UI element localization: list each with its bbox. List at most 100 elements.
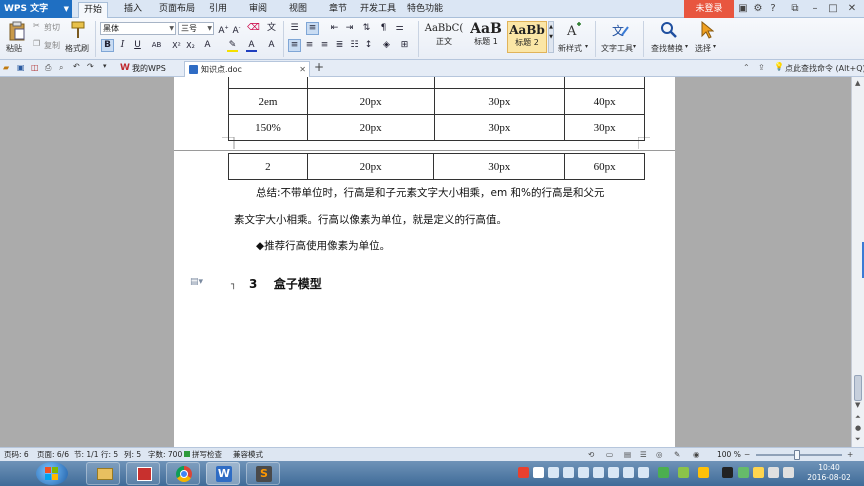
- tab-special[interactable]: 特色功能: [405, 2, 445, 18]
- tray-input-method-icon[interactable]: [518, 467, 529, 478]
- vertical-scrollbar[interactable]: ▲ ▼ ⏶ ● ⏷: [851, 77, 864, 447]
- tray-chinese-icon[interactable]: [533, 467, 544, 478]
- scroll-down-icon[interactable]: ▼: [855, 401, 860, 409]
- tray-security-icon[interactable]: [658, 467, 669, 478]
- style-heading-2[interactable]: AaBb 标题 2: [507, 21, 547, 53]
- tray-keyboard-icon[interactable]: [578, 467, 589, 478]
- share-icon[interactable]: ⇪: [758, 63, 765, 72]
- strikethrough-button[interactable]: AB: [150, 39, 163, 52]
- find-replace-button[interactable]: 查找替换 ▾: [648, 20, 688, 56]
- document-canvas[interactable]: 2em 20px 30px 40px 150% 20px 30px 30px 2…: [0, 77, 851, 447]
- login-button[interactable]: 未登录: [684, 0, 734, 18]
- increase-indent-icon[interactable]: ⇥: [343, 22, 356, 35]
- char-shading-icon[interactable]: A: [265, 39, 278, 52]
- cut-button[interactable]: ✂ 剪切: [33, 21, 63, 33]
- align-center-icon[interactable]: ≡: [303, 39, 316, 52]
- styles-scroll[interactable]: ▲ ▼: [548, 21, 554, 53]
- text-effect-button[interactable]: A: [201, 39, 214, 52]
- tab-my-wps[interactable]: W 我的WPS: [116, 61, 182, 77]
- tray-nvidia-icon[interactable]: [722, 467, 733, 478]
- zoom-value[interactable]: 100 %: [717, 448, 741, 461]
- gear-icon[interactable]: ⚙: [751, 2, 765, 16]
- print-icon[interactable]: ⎙: [45, 63, 51, 73]
- chevron-down-icon[interactable]: ▾: [103, 62, 107, 70]
- clear-format-icon[interactable]: ⌫: [247, 22, 260, 35]
- shrink-font-button[interactable]: A-: [230, 22, 243, 36]
- skin-icon[interactable]: ▣: [736, 2, 750, 16]
- paste-button[interactable]: 粘贴: [4, 20, 30, 56]
- distributed-icon[interactable]: ☷: [348, 39, 361, 52]
- tray-flag-icon[interactable]: [753, 467, 764, 478]
- tray-settings-icon[interactable]: [638, 467, 649, 478]
- eye-protect-icon[interactable]: ◉: [693, 448, 700, 461]
- line-spacing-icon[interactable]: ↕: [362, 39, 375, 52]
- minimize-icon[interactable]: –: [808, 2, 822, 16]
- tray-help-icon[interactable]: [623, 467, 634, 478]
- tray-app-icon[interactable]: [698, 467, 709, 478]
- next-page-icon[interactable]: ⏷: [855, 435, 861, 444]
- tab-insert[interactable]: 插入: [118, 2, 148, 18]
- zoom-in-icon[interactable]: +: [847, 448, 853, 461]
- undo-icon[interactable]: ↶: [73, 62, 80, 71]
- bullet-list-icon[interactable]: ☰: [288, 22, 301, 35]
- tray-sync-icon[interactable]: [738, 467, 749, 478]
- close-icon[interactable]: ✕: [845, 2, 859, 16]
- tab-view[interactable]: 视图: [283, 2, 313, 18]
- page-view-icon[interactable]: ▭: [606, 448, 613, 461]
- history-icon[interactable]: ⟲: [588, 448, 594, 461]
- bold-button[interactable]: B: [101, 39, 114, 52]
- format-painter-button[interactable]: 格式刷: [64, 20, 92, 56]
- shading-icon[interactable]: ◈: [380, 39, 393, 52]
- font-size-select[interactable]: 三号 ▼: [178, 22, 214, 35]
- scroll-up-icon[interactable]: ▲: [855, 79, 860, 87]
- style-normal[interactable]: AaBbC( 正文: [423, 21, 465, 53]
- taskbar-wps-writer[interactable]: W: [206, 462, 240, 485]
- taskbar-clock[interactable]: 10:40 2016-08-02: [800, 463, 858, 483]
- new-style-button[interactable]: A 新样式 ▾: [557, 20, 591, 56]
- phonetic-icon[interactable]: 文: [265, 22, 278, 35]
- align-right-icon[interactable]: ≡: [318, 39, 331, 52]
- tab-page-layout[interactable]: 页面布局: [157, 2, 197, 18]
- sort-icon[interactable]: ⇅: [360, 22, 373, 35]
- taskbar-chrome[interactable]: [166, 462, 200, 485]
- tray-punct-icon[interactable]: [563, 467, 574, 478]
- write-mode-icon[interactable]: ✎: [674, 448, 680, 461]
- save-icon[interactable]: ▣: [17, 63, 25, 72]
- status-spell-check[interactable]: 拼写检查: [192, 448, 222, 461]
- numbered-list-icon[interactable]: ≡: [306, 22, 319, 35]
- tray-network-icon[interactable]: [768, 467, 779, 478]
- underline-button[interactable]: U: [131, 39, 144, 52]
- read-mode-icon[interactable]: ▤: [624, 448, 631, 461]
- status-pages[interactable]: 页面: 6/6: [37, 448, 69, 461]
- restore-ribbon-icon[interactable]: ⧉: [788, 2, 802, 16]
- status-words[interactable]: 字数: 700: [148, 448, 182, 461]
- new-tab-button[interactable]: +: [314, 60, 324, 74]
- taskbar-file-explorer[interactable]: [86, 462, 120, 485]
- tab-document[interactable]: 知识点.doc ✕: [184, 61, 310, 77]
- close-tab-icon[interactable]: ✕: [299, 62, 306, 77]
- justify-icon[interactable]: ≣: [333, 39, 346, 52]
- paragraph-settings-icon[interactable]: ⚌: [393, 22, 406, 35]
- app-menu-button[interactable]: WPS 文字 ▼: [0, 0, 72, 18]
- tray-volume-icon[interactable]: [783, 467, 794, 478]
- zoom-slider[interactable]: [756, 450, 842, 460]
- tab-start[interactable]: 开始: [78, 2, 108, 18]
- font-family-select[interactable]: 黑体 ▼: [100, 22, 176, 35]
- open-folder-icon[interactable]: ▰: [3, 63, 9, 72]
- prev-page-icon[interactable]: ⏶: [855, 413, 861, 422]
- collapse-ribbon-icon[interactable]: ⌃: [743, 63, 750, 72]
- taskbar-sublime[interactable]: S: [246, 462, 280, 485]
- subscript-button[interactable]: X₂: [184, 39, 197, 52]
- tab-review[interactable]: 审阅: [243, 2, 273, 18]
- scroll-thumb[interactable]: [854, 375, 862, 401]
- select-button[interactable]: 选择 ▾: [692, 20, 722, 56]
- tab-references[interactable]: 引用: [203, 2, 233, 18]
- start-button[interactable]: [36, 462, 68, 485]
- zoom-slider-thumb[interactable]: [794, 450, 800, 460]
- outline-view-icon[interactable]: ☰: [640, 448, 647, 461]
- web-view-icon[interactable]: ◎: [656, 448, 663, 461]
- redo-icon[interactable]: ↷: [87, 62, 94, 71]
- font-color-button[interactable]: A: [245, 39, 258, 52]
- tab-developer[interactable]: 开发工具: [358, 2, 398, 18]
- align-left-icon[interactable]: ≡: [288, 39, 301, 52]
